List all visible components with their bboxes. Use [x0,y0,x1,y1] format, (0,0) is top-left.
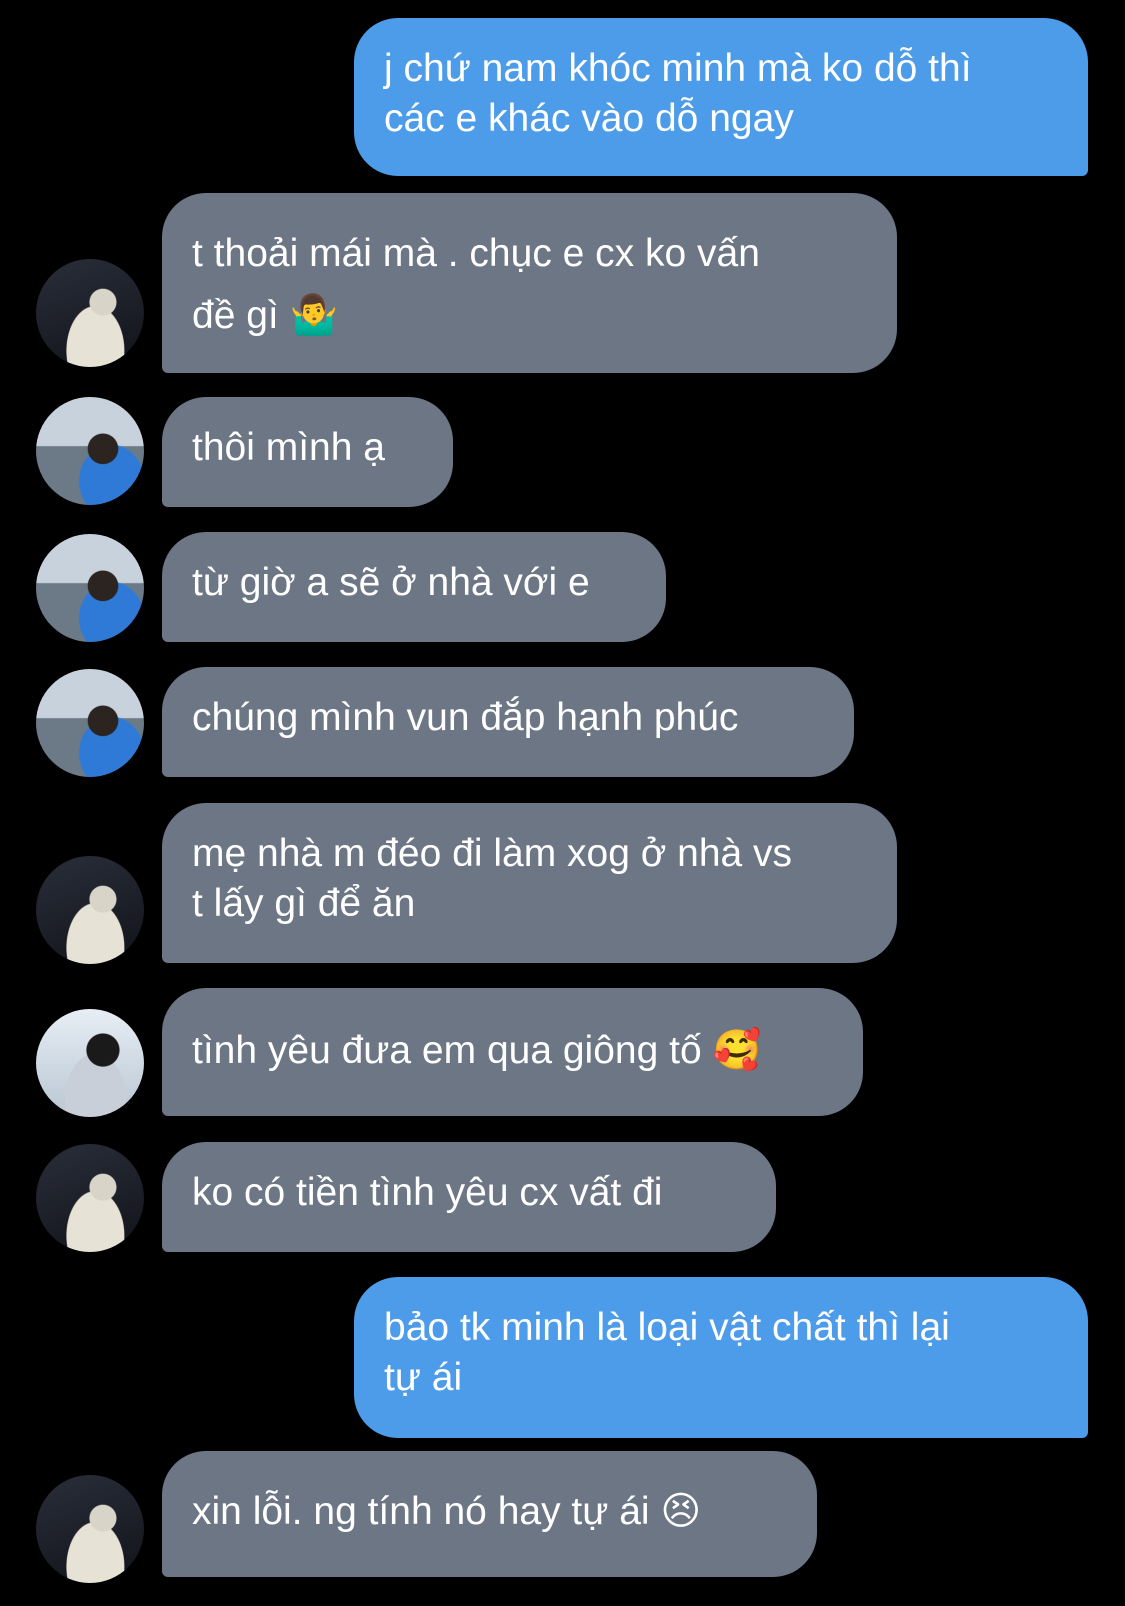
contact-avatar[interactable] [36,1144,144,1252]
contact-avatar[interactable] [36,534,144,642]
message-received-7[interactable]: ko có tiền tình yêu cx vất đi [162,1142,776,1252]
message-received-1[interactable]: t thoải mái mà . chục e cx ko vấn đề gì … [162,193,897,373]
contact-avatar[interactable] [36,397,144,505]
message-sent-1[interactable]: j chứ nam khóc minh mà ko dỗ thì các e k… [354,18,1088,176]
message-received-3[interactable]: từ giờ a sẽ ở nhà với e [162,532,666,642]
message-received-4[interactable]: chúng mình vun đắp hạnh phúc [162,667,854,777]
message-received-5[interactable]: mẹ nhà m đéo đi làm xog ở nhà vs t lấy g… [162,803,897,963]
contact-avatar[interactable] [36,669,144,777]
message-sent-2[interactable]: bảo tk minh là loại vật chất thì lại tự … [354,1277,1088,1438]
message-received-6[interactable]: tình yêu đưa em qua giông tố 🥰 [162,988,863,1116]
contact-avatar[interactable] [36,259,144,367]
contact-avatar[interactable] [36,856,144,964]
message-received-8[interactable]: xin lỗi. ng tính nó hay tự ái 😣 [162,1451,817,1577]
contact-avatar[interactable] [36,1475,144,1583]
contact-avatar[interactable] [36,1009,144,1117]
message-received-2[interactable]: thôi mình ạ [162,397,453,507]
